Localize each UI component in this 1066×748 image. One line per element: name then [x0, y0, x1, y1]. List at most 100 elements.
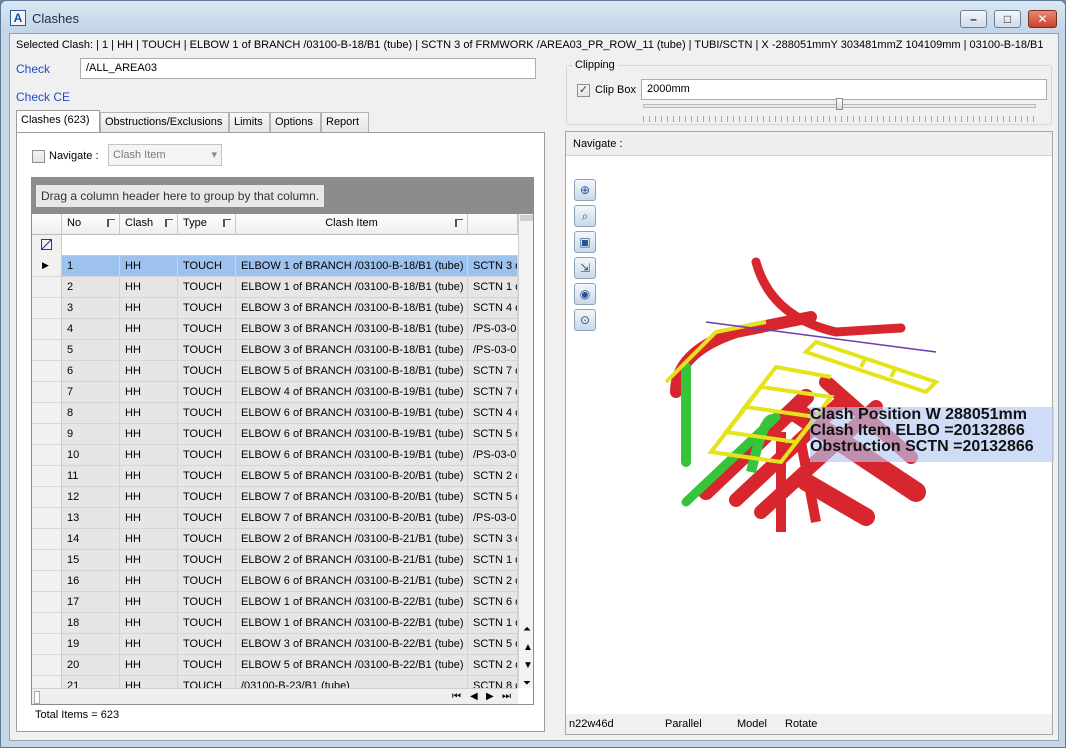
cell-type[interactable]: TOUCH	[178, 592, 236, 613]
hscroll-thumb[interactable]	[34, 691, 40, 704]
row-selector[interactable]	[32, 634, 62, 655]
cell-clash[interactable]: HH	[120, 529, 178, 550]
cell-type[interactable]: TOUCH	[178, 634, 236, 655]
cell-clash[interactable]: HH	[120, 403, 178, 424]
cell-no[interactable]: 20	[62, 655, 120, 676]
cell-clash[interactable]: HH	[120, 445, 178, 466]
cell-type[interactable]: TOUCH	[178, 403, 236, 424]
cell-obstruction[interactable]: SCTN 3 of	[468, 529, 518, 550]
cell-obstruction[interactable]: /PS-03-0	[468, 508, 518, 529]
column-header-type[interactable]: Type	[178, 214, 236, 235]
cell-obstruction[interactable]: SCTN 6 of	[468, 592, 518, 613]
cell-clash[interactable]: HH	[120, 319, 178, 340]
cell-clash-item[interactable]: ELBOW 3 of BRANCH /03100-B-18/B1 (tube)	[236, 298, 468, 319]
cell-type[interactable]: TOUCH	[178, 256, 236, 277]
scroll-bottom-icon[interactable]: ⏷	[523, 678, 531, 689]
status-projection[interactable]: Parallel	[665, 718, 702, 730]
pin-icon[interactable]	[455, 219, 463, 227]
cell-clash[interactable]: HH	[120, 655, 178, 676]
cell-clash-item[interactable]: ELBOW 5 of BRANCH /03100-B-18/B1 (tube)	[236, 361, 468, 382]
row-selector[interactable]	[32, 592, 62, 613]
cell-obstruction[interactable]: SCTN 2 of	[468, 655, 518, 676]
cell-clash[interactable]: HH	[120, 382, 178, 403]
minimize-button[interactable]: –	[960, 10, 987, 28]
check-ce-link[interactable]: Check CE	[16, 90, 70, 104]
cell-clash[interactable]: HH	[120, 361, 178, 382]
cell-clash[interactable]: HH	[120, 634, 178, 655]
cell-no[interactable]: 4	[62, 319, 120, 340]
scroll-down-icon[interactable]: ▼	[523, 660, 533, 671]
row-selector[interactable]	[32, 319, 62, 340]
cell-clash-item[interactable]: ELBOW 4 of BRANCH /03100-B-19/B1 (tube)	[236, 382, 468, 403]
cell-clash-item[interactable]: ELBOW 3 of BRANCH /03100-B-18/B1 (tube)	[236, 340, 468, 361]
cell-clash-item[interactable]: ELBOW 1 of BRANCH /03100-B-18/B1 (tube)	[236, 277, 468, 298]
cell-clash[interactable]: HH	[120, 466, 178, 487]
cell-type[interactable]: TOUCH	[178, 466, 236, 487]
cell-clash[interactable]: HH	[120, 340, 178, 361]
row-selector[interactable]	[32, 424, 62, 445]
cell-clash-item[interactable]: ELBOW 5 of BRANCH /03100-B-22/B1 (tube)	[236, 655, 468, 676]
cell-no[interactable]: 3	[62, 298, 120, 319]
filter-icon[interactable]	[32, 235, 62, 256]
cell-obstruction[interactable]: SCTN 4 of	[468, 403, 518, 424]
cell-obstruction[interactable]: SCTN 2 of	[468, 466, 518, 487]
check-link[interactable]: Check	[16, 62, 50, 76]
cell-no[interactable]: 15	[62, 550, 120, 571]
pin-icon[interactable]	[223, 219, 231, 227]
cell-type[interactable]: TOUCH	[178, 319, 236, 340]
next-page-icon[interactable]: ▶	[486, 691, 494, 702]
last-page-icon[interactable]: ⏭	[502, 691, 511, 702]
pin-icon[interactable]	[165, 219, 173, 227]
column-header-clash[interactable]: Clash	[120, 214, 178, 235]
cell-obstruction[interactable]: SCTN 5 of	[468, 634, 518, 655]
cell-no[interactable]: 6	[62, 361, 120, 382]
scroll-thumb[interactable]	[520, 215, 533, 221]
cell-no[interactable]: 19	[62, 634, 120, 655]
row-selector[interactable]	[32, 529, 62, 550]
cell-clash[interactable]: HH	[120, 508, 178, 529]
zoom-window-icon[interactable]: ⌕	[574, 205, 596, 227]
tab-options[interactable]: Options	[270, 112, 321, 132]
cell-clash-item[interactable]: ELBOW 2 of BRANCH /03100-B-21/B1 (tube)	[236, 529, 468, 550]
cell-obstruction[interactable]: /PS-03-0	[468, 340, 518, 361]
cell-type[interactable]: TOUCH	[178, 298, 236, 319]
first-page-icon[interactable]: ⏮	[452, 691, 461, 702]
cell-clash-item[interactable]: ELBOW 6 of BRANCH /03100-B-19/B1 (tube)	[236, 445, 468, 466]
column-header-clash-item[interactable]: Clash Item	[236, 214, 468, 235]
cell-clash-item[interactable]: ELBOW 3 of BRANCH /03100-B-18/B1 (tube)	[236, 319, 468, 340]
clip-box-checkbox[interactable]: ✓	[577, 84, 590, 97]
cell-no[interactable]: 11	[62, 466, 120, 487]
cell-type[interactable]: TOUCH	[178, 445, 236, 466]
row-selector[interactable]	[32, 466, 62, 487]
cell-type[interactable]: TOUCH	[178, 340, 236, 361]
cell-clash-item[interactable]: ELBOW 3 of BRANCH /03100-B-22/B1 (tube)	[236, 634, 468, 655]
cell-no[interactable]: 2	[62, 277, 120, 298]
cell-type[interactable]: TOUCH	[178, 487, 236, 508]
row-selector[interactable]	[32, 403, 62, 424]
row-selector[interactable]	[32, 571, 62, 592]
row-selector[interactable]	[32, 655, 62, 676]
cell-clash-item[interactable]: ELBOW 1 of BRANCH /03100-B-22/B1 (tube)	[236, 613, 468, 634]
row-selector[interactable]	[32, 298, 62, 319]
status-action[interactable]: Rotate	[785, 718, 817, 730]
row-selector[interactable]: ▶	[32, 256, 62, 277]
walk-icon[interactable]: ⇲	[574, 257, 596, 279]
cell-obstruction[interactable]: SCTN 2 of	[468, 571, 518, 592]
cell-clash[interactable]: HH	[120, 424, 178, 445]
cell-clash-item[interactable]: ELBOW 5 of BRANCH /03100-B-20/B1 (tube)	[236, 466, 468, 487]
cell-obstruction[interactable]: SCTN 7 of	[468, 361, 518, 382]
cell-no[interactable]: 17	[62, 592, 120, 613]
scroll-up-icon[interactable]: ▲	[523, 642, 533, 653]
cell-no[interactable]: 1	[62, 256, 120, 277]
rotate-view-icon[interactable]: ◉	[574, 283, 596, 305]
row-selector[interactable]	[32, 487, 62, 508]
check-input[interactable]: /ALL_AREA03	[80, 58, 536, 79]
cell-no[interactable]: 7	[62, 382, 120, 403]
navigate-combo[interactable]: Clash Item ▾	[108, 144, 222, 166]
clip-slider-thumb[interactable]	[836, 98, 843, 110]
cell-obstruction[interactable]: SCTN 1 of	[468, 277, 518, 298]
cell-clash[interactable]: HH	[120, 571, 178, 592]
tab-limits[interactable]: Limits	[229, 112, 270, 132]
cell-obstruction[interactable]: SCTN 3 of	[468, 256, 518, 277]
cell-obstruction[interactable]: SCTN 1 of	[468, 613, 518, 634]
